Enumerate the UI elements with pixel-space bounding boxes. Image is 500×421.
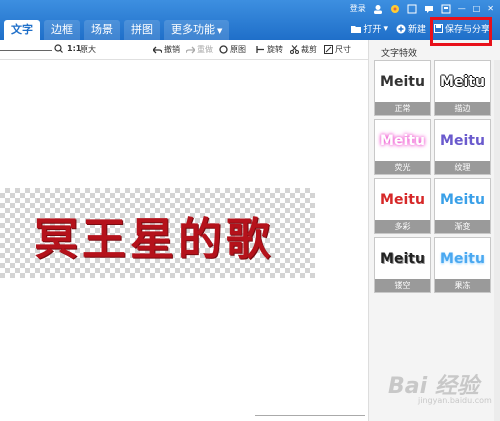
effects-grid: Meitu 正常 Meitu 描边 Meitu 荧光 Meitu 纹理 Meit… xyxy=(374,60,491,293)
effect-normal[interactable]: Meitu 正常 xyxy=(374,60,431,116)
settings-icon[interactable] xyxy=(407,4,417,14)
effect-label: 荧光 xyxy=(375,161,430,174)
effect-preview: Meitu xyxy=(440,73,485,90)
undo-icon xyxy=(153,46,162,53)
effect-preview: Meitu xyxy=(440,191,485,208)
panel-title: 文字特效 xyxy=(381,49,418,59)
new-button[interactable]: 新建 xyxy=(396,22,426,35)
chevron-down-icon: ▾ xyxy=(383,23,388,34)
tab-more[interactable]: 更多功能 ▼ xyxy=(164,20,230,40)
effect-hollow[interactable]: Meitu 镂空 xyxy=(374,237,431,293)
actual-size-button[interactable]: 原大 xyxy=(80,44,96,55)
window-controls: 登录 — □ ✕ xyxy=(350,3,494,14)
rotate-icon xyxy=(256,46,264,53)
effect-glow[interactable]: Meitu 荧光 xyxy=(374,119,431,175)
redo-button[interactable]: 重做 xyxy=(186,44,213,55)
tab-border[interactable]: 边框 xyxy=(44,20,80,40)
status-strip xyxy=(255,415,365,421)
title-bar: 登录 — □ ✕ 文字 边框 场景 拼图 更多功能 ▼ 打开 ▾ 新建 保存与分… xyxy=(0,0,500,40)
text-effects-panel: 文字特效 Meitu 正常 Meitu 描边 Meitu 荧光 Meitu 纹理… xyxy=(368,40,500,421)
main-tabs: 文字 边框 场景 拼图 更多功能 ▼ xyxy=(4,20,230,40)
undo-button[interactable]: 撤销 xyxy=(153,44,180,55)
effect-label: 正常 xyxy=(375,102,430,115)
effect-texture[interactable]: Meitu 纹理 xyxy=(434,119,491,175)
rotate-button[interactable]: 旋转 xyxy=(256,44,283,55)
highlight-box xyxy=(430,17,492,46)
effect-label: 描边 xyxy=(435,102,490,115)
original-button[interactable]: 原图 xyxy=(219,44,246,55)
skin-icon[interactable] xyxy=(390,4,400,14)
maximize-button[interactable]: □ xyxy=(473,4,481,13)
open-button[interactable]: 打开 ▾ xyxy=(351,22,388,35)
effect-preview: Meitu xyxy=(380,132,425,149)
effect-gradient[interactable]: Meitu 渐变 xyxy=(434,178,491,234)
circle-icon xyxy=(219,45,228,54)
effect-label: 多彩 xyxy=(375,220,430,233)
effect-preview: Meitu xyxy=(380,250,425,267)
effect-preview: Meitu xyxy=(440,132,485,149)
crop-button[interactable]: 裁剪 xyxy=(290,44,317,55)
watermark-url: jingyan.baidu.com xyxy=(418,396,492,405)
zoom-slider[interactable] xyxy=(0,50,52,51)
login-link[interactable]: 登录 xyxy=(350,3,366,14)
effect-colorful[interactable]: Meitu 多彩 xyxy=(374,178,431,234)
tab-scene[interactable]: 场景 xyxy=(84,20,120,40)
scissors-icon xyxy=(290,45,299,54)
message-icon[interactable] xyxy=(424,4,434,14)
effect-stroke[interactable]: Meitu 描边 xyxy=(434,60,491,116)
effect-label: 渐变 xyxy=(435,220,490,233)
chevron-down-icon: ▼ xyxy=(217,27,223,35)
folder-icon xyxy=(351,26,362,33)
tab-collage[interactable]: 拼图 xyxy=(124,20,160,40)
effect-preview: Meitu xyxy=(440,250,485,267)
resize-icon xyxy=(324,45,333,54)
effect-jelly[interactable]: Meitu 果冻 xyxy=(434,237,491,293)
plus-icon xyxy=(396,24,406,33)
close-button[interactable]: ✕ xyxy=(487,4,494,13)
resize-button[interactable]: 尺寸 xyxy=(324,44,351,55)
effect-label: 果冻 xyxy=(435,279,490,292)
effect-label: 镂空 xyxy=(375,279,430,292)
effect-preview: Meitu xyxy=(380,191,425,208)
tab-text[interactable]: 文字 xyxy=(4,20,40,40)
effect-preview: Meitu xyxy=(380,73,425,90)
zoom-icon[interactable] xyxy=(54,44,63,53)
canvas-art-text[interactable]: 冥王星的歌 xyxy=(34,203,274,267)
user-icon[interactable] xyxy=(373,4,383,14)
minimize-button[interactable]: — xyxy=(458,4,466,13)
panel-scrollbar[interactable] xyxy=(494,60,500,421)
feedback-icon[interactable] xyxy=(441,4,451,14)
effect-label: 纹理 xyxy=(435,161,490,174)
redo-icon xyxy=(186,46,195,53)
